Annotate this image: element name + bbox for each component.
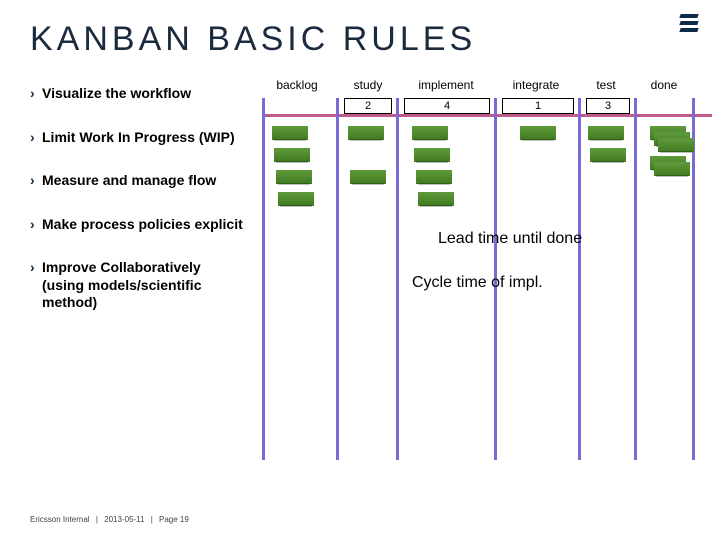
footer-page: Page 19 xyxy=(159,515,189,524)
ericsson-logo xyxy=(680,14,698,34)
col-header-done: done xyxy=(640,78,688,92)
note-cycle-time: Cycle time of impl. xyxy=(412,274,543,292)
wip-limit-integrate: 1 xyxy=(502,98,574,114)
card xyxy=(278,192,314,206)
lane-line xyxy=(262,98,265,460)
col-header-test: test xyxy=(582,78,630,92)
col-header-study: study xyxy=(342,78,394,92)
card xyxy=(418,192,454,206)
col-header-backlog: backlog xyxy=(262,78,332,92)
col-header-implement: implement xyxy=(402,78,490,92)
card xyxy=(348,126,384,140)
rule-item: Make process policies explicit xyxy=(30,216,245,234)
card xyxy=(658,138,694,152)
card xyxy=(274,148,310,162)
card xyxy=(276,170,312,184)
note-lead-time: Lead time until done xyxy=(438,230,582,248)
rule-item: Measure and manage flow xyxy=(30,172,245,190)
rule-item: Visualize the workflow xyxy=(30,85,245,103)
card xyxy=(654,162,690,176)
card xyxy=(520,126,556,140)
lane-line xyxy=(692,98,695,460)
col-header-integrate: integrate xyxy=(498,78,574,92)
rule-item: Improve Collaboratively (using models/sc… xyxy=(30,259,245,312)
card xyxy=(590,148,626,162)
footer: Ericsson Internal | 2013-05-11 | Page 19 xyxy=(30,515,189,524)
board-divider xyxy=(262,114,712,117)
lane-line xyxy=(634,98,637,460)
lane-line xyxy=(578,98,581,460)
card xyxy=(416,170,452,184)
footer-org: Ericsson Internal xyxy=(30,515,90,524)
card xyxy=(272,126,308,140)
card xyxy=(414,148,450,162)
card xyxy=(350,170,386,184)
kanban-board: backlog study implement integrate test d… xyxy=(262,78,712,460)
page-title: Kanban Basic Rules xyxy=(30,20,476,59)
rule-item: Limit Work In Progress (WIP) xyxy=(30,129,245,147)
lane-line xyxy=(396,98,399,460)
card xyxy=(588,126,624,140)
wip-limit-study: 2 xyxy=(344,98,392,114)
footer-date: 2013-05-11 xyxy=(104,515,144,524)
rules-list: Visualize the workflow Limit Work In Pro… xyxy=(30,85,245,338)
lane-line xyxy=(336,98,339,460)
wip-limit-implement: 4 xyxy=(404,98,490,114)
card xyxy=(412,126,448,140)
wip-limit-test: 3 xyxy=(586,98,630,114)
